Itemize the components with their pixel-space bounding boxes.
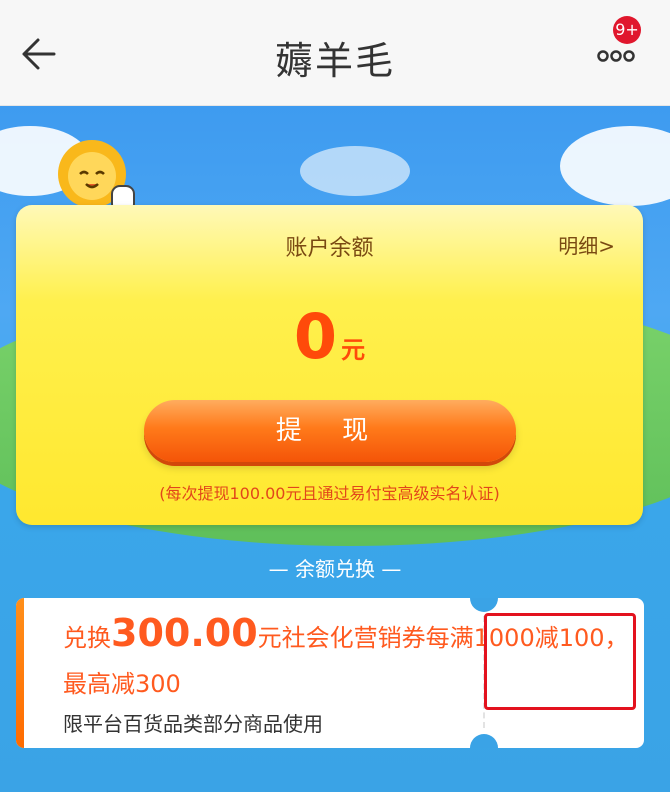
cloud-decoration	[560, 126, 670, 206]
notification-badge: 9+	[613, 16, 641, 44]
coupon-restriction: 限平台百货品类部分商品使用	[63, 712, 323, 736]
balance-amount: 0元	[16, 300, 643, 373]
coupon-prefix: 兑换	[63, 624, 111, 652]
more-dots-icon	[597, 50, 635, 62]
balance-card: 账户余额 明细> 0元 提 现 (每次提现100.00元且通过易付宝高级实名认证…	[16, 205, 643, 525]
more-menu-button[interactable]	[596, 40, 636, 72]
lion-mascot-icon	[58, 140, 135, 213]
withdraw-button[interactable]: 提 现	[144, 400, 516, 462]
balance-amount-value: 0	[293, 300, 338, 373]
coupon-amount: 300.00	[111, 611, 258, 655]
exchange-section-title: — 余额兑换 —	[268, 557, 402, 581]
coupon-notch	[470, 734, 498, 748]
page-title: 薅羊毛	[274, 39, 395, 83]
coupon-stripe	[16, 598, 24, 748]
detail-link[interactable]: 明细>	[558, 230, 615, 259]
balance-title: 账户余额	[285, 236, 374, 261]
withdraw-note: (每次提现100.00元且通过易付宝高级实名认证)	[159, 484, 500, 503]
highlight-box	[484, 613, 636, 710]
cloud-decoration	[300, 146, 410, 196]
top-nav-bar: 薅羊毛 9+	[0, 0, 670, 106]
balance-amount-unit: 元	[341, 336, 366, 364]
